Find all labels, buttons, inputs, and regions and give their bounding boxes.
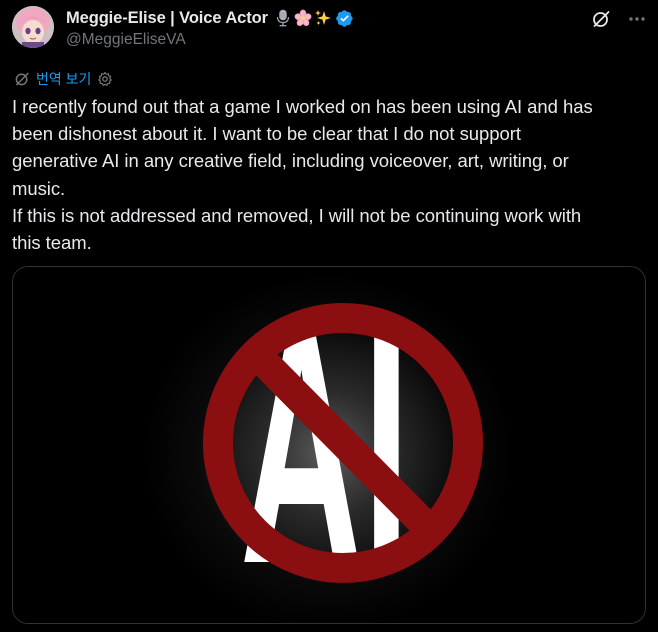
no-ai-image: AI xyxy=(13,267,645,623)
name-emojis xyxy=(274,9,332,27)
author-name-row[interactable]: Meggie-Elise | Voice Actor xyxy=(66,7,354,29)
author-handle[interactable]: @MeggieEliseVA xyxy=(66,31,186,49)
header-actions xyxy=(590,8,648,30)
tweet-text-line: been dishonest about it. I want to be cl… xyxy=(12,123,521,145)
author-display-name[interactable]: Meggie-Elise | Voice Actor xyxy=(66,9,268,28)
more-icon[interactable] xyxy=(626,8,648,30)
grok-icon[interactable] xyxy=(590,8,612,30)
sparkles-icon xyxy=(314,9,332,27)
tweet-text-line: I recently found out that a game I worke… xyxy=(12,96,593,117)
cherry-blossom-icon xyxy=(294,9,312,27)
tweet-media-image[interactable]: AI xyxy=(12,266,646,624)
settings-gear-icon[interactable] xyxy=(97,71,113,87)
tweet-text-line: music. xyxy=(12,177,66,199)
tweet-text-line: generative AI in any creative field, inc… xyxy=(12,150,569,172)
tweet-text-line: this team. xyxy=(12,232,92,254)
verified-badge-icon[interactable] xyxy=(335,9,354,28)
tweet-text: I recently found out that a game I worke… xyxy=(12,93,644,256)
avatar[interactable] xyxy=(12,6,54,48)
microphone-icon xyxy=(274,9,292,27)
tweet-text-line: If this is not addressed and removed, I … xyxy=(12,204,582,226)
translate-row: 번역 보기 xyxy=(14,70,113,88)
avatar-image xyxy=(12,6,54,48)
translate-link[interactable]: 번역 보기 xyxy=(36,69,91,89)
grok-small-icon[interactable] xyxy=(14,71,30,87)
